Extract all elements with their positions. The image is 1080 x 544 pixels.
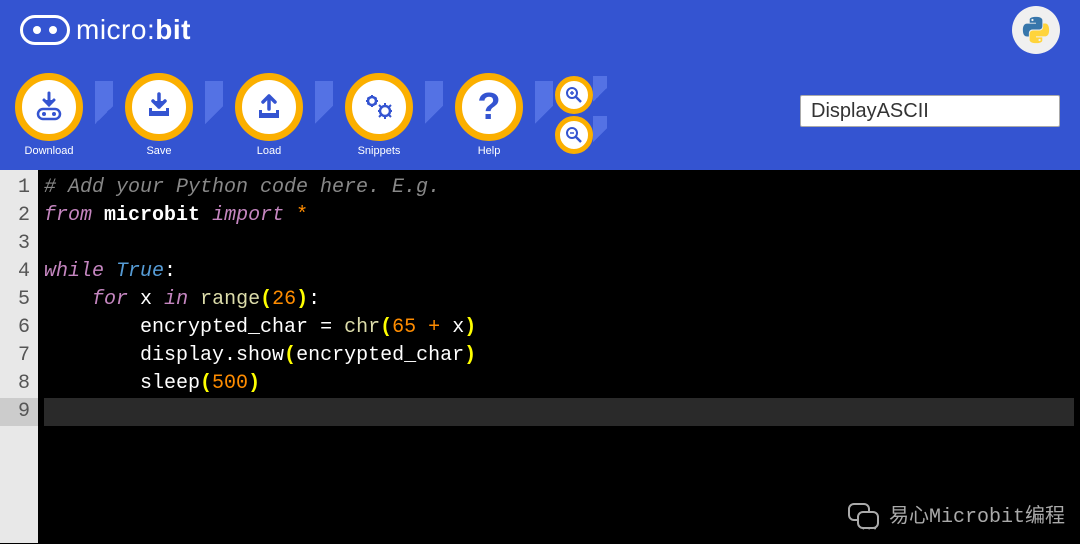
- save-label: Save: [146, 145, 171, 157]
- help-button[interactable]: ? Help: [455, 73, 523, 157]
- divider: [535, 81, 553, 149]
- zoom-out-button[interactable]: [555, 116, 593, 154]
- code-area[interactable]: # Add your Python code here. E.g. from m…: [38, 170, 1080, 543]
- zoom-in-button[interactable]: [555, 76, 593, 114]
- line-number: 9: [0, 398, 38, 426]
- load-button[interactable]: Load: [235, 73, 303, 157]
- python-icon: [1012, 6, 1060, 54]
- download-label: Download: [25, 145, 74, 157]
- divider: [425, 81, 443, 149]
- load-label: Load: [257, 145, 281, 157]
- wechat-icon: •••: [845, 503, 881, 533]
- save-button[interactable]: Save: [125, 73, 193, 157]
- watermark: ••• 易心Microbit编程: [845, 503, 1065, 533]
- logo-text: micro:bit: [76, 14, 191, 46]
- download-button[interactable]: Download: [15, 73, 83, 157]
- divider: [315, 81, 333, 149]
- toolbar: Download Save Load Snippets ? Help: [0, 60, 1080, 170]
- code-editor[interactable]: 1 2 3 4 5 6 7 8 9 # Add your Python code…: [0, 170, 1080, 543]
- line-number: 2: [0, 202, 38, 230]
- watermark-text: 易心Microbit编程: [889, 504, 1065, 532]
- line-number: 8: [0, 370, 38, 398]
- zoom-controls: [555, 76, 607, 154]
- snippets-button[interactable]: Snippets: [345, 73, 413, 157]
- line-number: 1: [0, 174, 38, 202]
- divider: [95, 81, 113, 149]
- line-number: 4: [0, 258, 38, 286]
- line-number: 5: [0, 286, 38, 314]
- filename-input[interactable]: [800, 95, 1060, 127]
- snippets-label: Snippets: [358, 145, 401, 157]
- divider: [205, 81, 223, 149]
- logo: micro:bit: [20, 14, 191, 46]
- line-number: 7: [0, 342, 38, 370]
- line-number: 3: [0, 230, 38, 258]
- help-label: Help: [478, 145, 501, 157]
- microbit-logo-icon: [20, 15, 70, 45]
- line-number: 6: [0, 314, 38, 342]
- header: micro:bit: [0, 0, 1080, 60]
- line-gutter: 1 2 3 4 5 6 7 8 9: [0, 170, 38, 543]
